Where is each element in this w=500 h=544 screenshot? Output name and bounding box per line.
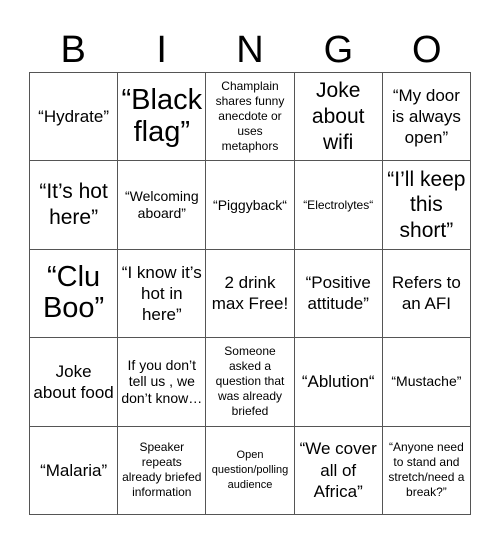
bingo-cell[interactable]: “Black flag” (118, 73, 207, 162)
header-letter-n: N (236, 29, 264, 71)
bingo-cell[interactable]: “It’s hot here” (30, 161, 119, 250)
bingo-cell[interactable]: “Welcoming aboard” (118, 161, 207, 250)
header-letter-o: O (412, 29, 442, 71)
bingo-cell[interactable]: Someone asked a question that was alread… (206, 338, 295, 427)
bingo-cell[interactable]: “Electrolytes“ (294, 161, 383, 250)
bingo-cell[interactable]: “Mustache” (382, 338, 471, 427)
bingo-cell[interactable]: Joke about food (30, 338, 119, 427)
header-letter-g: G (323, 29, 354, 71)
bingo-cell[interactable]: “Ablution“ (294, 338, 383, 427)
header-letter-b: B (60, 29, 86, 71)
bingo-cell[interactable]: Open question/polling audience (206, 426, 295, 515)
bingo-cell[interactable]: “I know it’s hot in here” (118, 249, 207, 339)
header-letter-i: I (156, 29, 167, 71)
bingo-cell[interactable]: Refers to an AFI (382, 249, 471, 339)
bingo-grid: “Hydrate” “Black flag” Champlain shares … (29, 72, 471, 515)
bingo-cell[interactable]: “I’ll keep this short” (382, 161, 471, 250)
bingo-cell[interactable]: “We cover all of Africa” (294, 426, 383, 515)
bingo-cell[interactable]: “Hydrate” (30, 73, 119, 162)
bingo-cell[interactable]: “Piggyback“ (206, 161, 295, 250)
bingo-cell[interactable]: If you don’t tell us , we don’t know… (118, 338, 207, 427)
bingo-header: B I N G O (29, 28, 471, 72)
bingo-cell[interactable]: 2 drink max Free! (206, 249, 295, 339)
bingo-cell[interactable]: “My door is always open” (382, 73, 471, 162)
bingo-cell[interactable]: “Malaria” (30, 426, 119, 515)
bingo-cell[interactable]: “Anyone need to stand and stretch/need a… (382, 426, 471, 515)
bingo-cell[interactable]: “Clu Boo” (30, 249, 119, 339)
bingo-cell[interactable]: Champlain shares funny anecdote or uses … (206, 73, 295, 162)
bingo-cell[interactable]: “Positive attitude” (294, 249, 383, 339)
bingo-cell[interactable]: Joke about wifi (294, 73, 383, 162)
bingo-cell[interactable]: Speaker repeats already briefed informat… (118, 426, 207, 515)
